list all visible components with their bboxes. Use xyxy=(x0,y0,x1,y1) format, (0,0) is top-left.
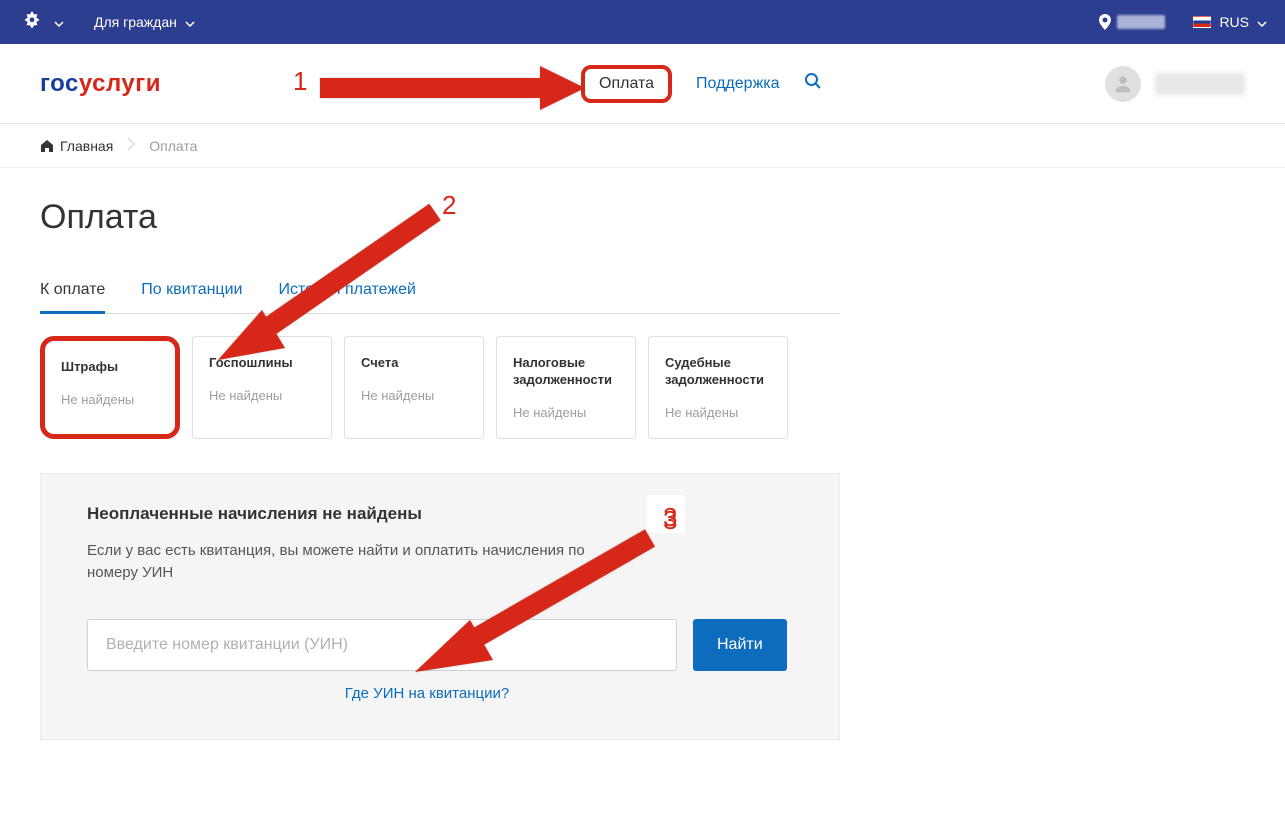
panel-title: Неоплаченные начисления не найдены xyxy=(87,504,793,524)
username-blurred xyxy=(1155,73,1245,95)
uin-help-link[interactable]: Где УИН на квитанции? xyxy=(345,685,509,702)
breadcrumb: Главная Оплата xyxy=(0,124,1285,168)
annotation-number-3b: 3 xyxy=(663,502,677,533)
emblem-icon xyxy=(18,8,46,36)
find-button[interactable]: Найти xyxy=(693,619,787,671)
chevron-down-icon[interactable] xyxy=(54,14,64,30)
no-payments-panel: Неоплаченные начисления не найдены Если … xyxy=(40,473,840,740)
language-selector[interactable]: RUS xyxy=(1193,14,1267,30)
citizens-label: Для граждан xyxy=(94,14,177,30)
gosuslugi-logo[interactable]: госуслуги xyxy=(40,70,161,98)
page-content: Оплата К оплате По квитанции История пла… xyxy=(0,168,880,770)
page-title: Оплата xyxy=(40,198,840,237)
user-menu[interactable] xyxy=(1105,66,1245,102)
breadcrumb-current: Оплата xyxy=(149,138,197,154)
chevron-down-icon xyxy=(1257,14,1267,30)
location-selector[interactable] xyxy=(1099,14,1165,30)
card-tax-debts[interactable]: Налоговые задолженности Не найдены xyxy=(496,336,636,439)
tab-payment-history[interactable]: История платежей xyxy=(278,273,415,313)
payment-tabs: К оплате По квитанции История платежей xyxy=(40,273,840,314)
card-bills[interactable]: Счета Не найдены xyxy=(344,336,484,439)
russian-flag-icon xyxy=(1193,16,1211,28)
annotation-number-2: 2 xyxy=(442,190,456,221)
breadcrumb-home[interactable]: Главная xyxy=(40,138,113,154)
breadcrumb-separator xyxy=(127,137,135,154)
search-icon[interactable] xyxy=(804,72,822,95)
citizens-dropdown[interactable]: Для граждан xyxy=(94,14,195,30)
nav-payment[interactable]: Оплата xyxy=(581,65,672,103)
payment-category-cards: Штрафы Не найдены Госпошлины Не найдены … xyxy=(40,336,840,439)
tab-by-receipt[interactable]: По квитанции xyxy=(141,273,242,313)
location-text-blurred xyxy=(1117,15,1165,29)
card-fines[interactable]: Штрафы Не найдены xyxy=(40,336,180,439)
chevron-down-icon xyxy=(185,14,195,30)
uin-input[interactable] xyxy=(87,619,677,671)
card-court-debts[interactable]: Судебные задолженности Не найдены xyxy=(648,336,788,439)
annotation-number-1: 1 xyxy=(293,66,307,97)
main-nav: Оплата Поддержка xyxy=(581,65,822,103)
nav-support[interactable]: Поддержка xyxy=(696,75,779,93)
home-icon xyxy=(40,139,54,153)
panel-description: Если у вас есть квитанция, вы можете най… xyxy=(87,540,607,585)
top-government-bar: Для граждан RUS xyxy=(0,0,1285,44)
language-label: RUS xyxy=(1219,14,1249,30)
main-header: госуслуги Оплата Поддержка xyxy=(0,44,1285,124)
tab-to-pay[interactable]: К оплате xyxy=(40,273,105,314)
location-pin-icon xyxy=(1099,14,1111,30)
avatar-icon xyxy=(1105,66,1141,102)
card-duties[interactable]: Госпошлины Не найдены xyxy=(192,336,332,439)
